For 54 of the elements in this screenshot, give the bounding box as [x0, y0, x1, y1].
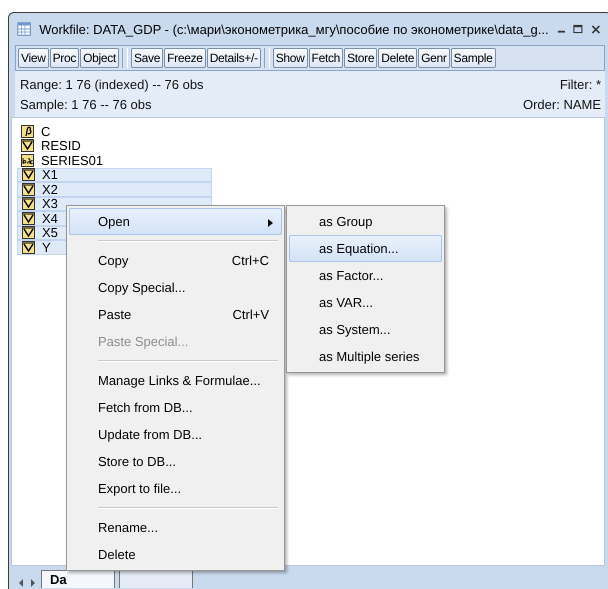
series-icon — [21, 139, 34, 152]
menu-item[interactable]: Export to file... — [69, 475, 282, 502]
series-icon — [22, 226, 35, 240]
alpha-series-icon — [21, 154, 34, 167]
page-tab[interactable] — [119, 570, 193, 588]
toolbar-button[interactable]: Delete — [378, 48, 418, 68]
toolbar-button[interactable]: Details+/- — [206, 48, 261, 68]
series-icon — [22, 168, 35, 182]
menu-item[interactable]: Paste Ctrl+V — [69, 301, 282, 328]
object-item[interactable]: RESID — [17, 138, 212, 153]
object-item[interactable]: SERIES01 — [17, 153, 212, 168]
series-icon — [22, 212, 35, 225]
close-icon[interactable] — [591, 24, 601, 34]
toolbar-button[interactable]: Genr — [418, 48, 450, 68]
series-icon — [22, 182, 35, 196]
toolbar-button[interactable]: Store — [344, 48, 378, 68]
toolbar-button[interactable]: Object — [80, 48, 119, 68]
scroll-arrows-icon[interactable] — [17, 578, 37, 588]
page-tab[interactable]: Da — [41, 570, 115, 588]
menu-item[interactable]: Copy Special... — [69, 274, 282, 301]
toolbar-button[interactable]: Proc — [50, 48, 80, 68]
window-title: Workfile: DATA_GDP - (c:\мари\эконометрика_мгу\пособие по эконометрике\data_g... — [39, 22, 549, 36]
submenu-item[interactable]: as System... — [289, 316, 442, 343]
maximize-icon[interactable] — [573, 24, 584, 34]
submenu-item[interactable]: as Equation... — [289, 235, 442, 262]
submenu-item[interactable]: as Factor... — [289, 262, 442, 289]
toolbar-button[interactable]: Sample — [450, 48, 496, 68]
series-icon — [22, 197, 35, 210]
submenu-item[interactable]: as VAR... — [289, 289, 442, 316]
menu-item[interactable]: Fetch from DB... — [69, 394, 282, 421]
menu-item[interactable]: Update from DB... — [69, 421, 282, 448]
filter-text: Filter: * — [560, 76, 601, 94]
menu-item[interactable]: Delete — [69, 541, 282, 568]
menu-item[interactable]: Store to DB... — [69, 448, 282, 475]
toolbar-button[interactable]: View — [18, 48, 49, 68]
range-text: Range: 1 76 (indexed) -- 76 obs — [20, 76, 204, 94]
menu-item[interactable]: Open — [69, 208, 282, 235]
toolbar-button[interactable]: Show — [272, 48, 308, 68]
beta-icon — [21, 124, 34, 138]
object-item[interactable]: C — [17, 124, 212, 138]
menu-item[interactable]: Manage Links & Formulae... — [69, 367, 282, 394]
submenu-item[interactable]: as Group — [289, 208, 442, 235]
series-icon — [22, 240, 35, 254]
submenu-item[interactable]: as Multiple series — [289, 343, 442, 370]
toolbar-button[interactable]: Fetch — [308, 48, 344, 68]
object-item[interactable]: X2 — [17, 182, 212, 196]
menu-item[interactable]: Copy Ctrl+C — [69, 247, 282, 274]
order-text: Order: NAME — [522, 96, 601, 114]
toolbar-button[interactable]: Save — [130, 48, 164, 68]
object-item[interactable]: X1 — [17, 168, 212, 182]
menu-item[interactable]: Rename... — [69, 514, 282, 541]
grid-icon — [17, 21, 32, 37]
toolbar-button[interactable]: Freeze — [164, 48, 206, 68]
sample-text: Sample: 1 76 -- 76 obs — [20, 96, 152, 114]
